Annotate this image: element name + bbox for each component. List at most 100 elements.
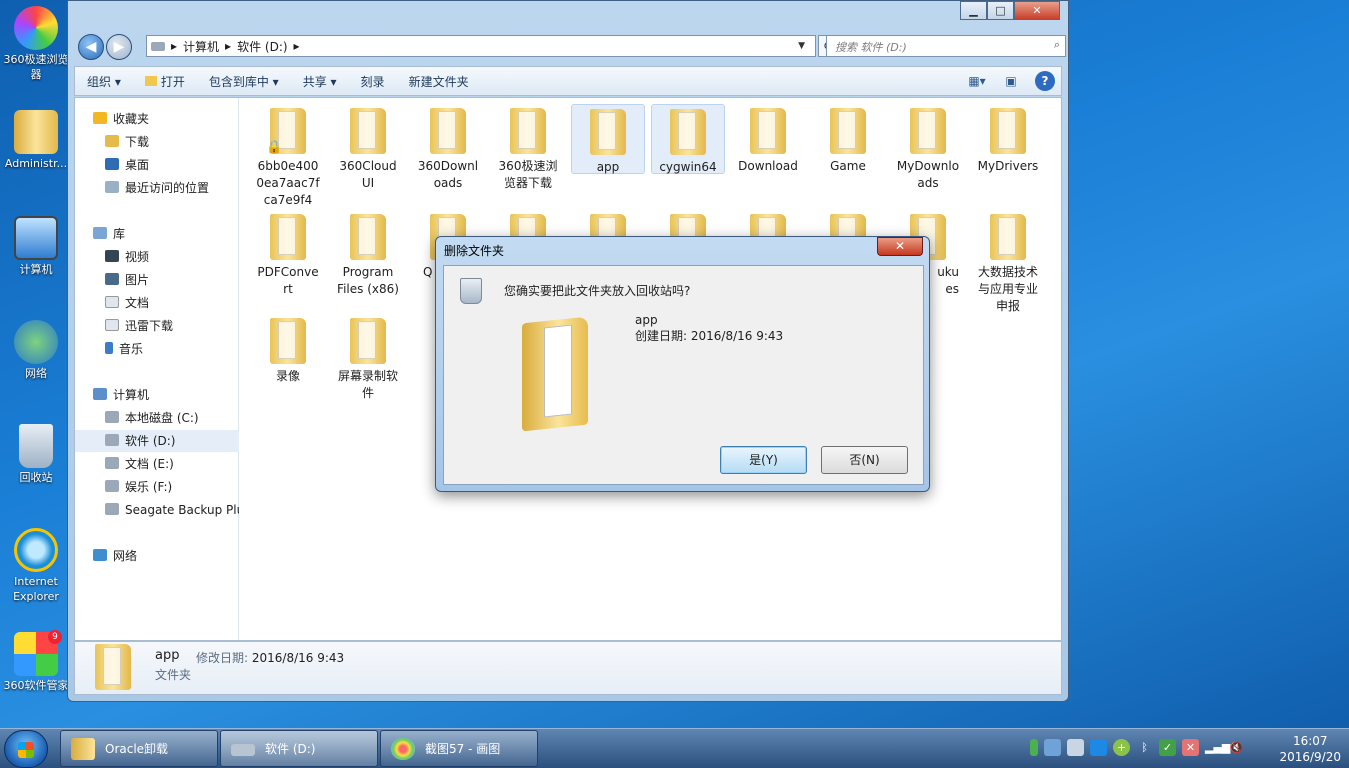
minimize-button[interactable]: ▁ <box>960 1 987 20</box>
help-icon[interactable]: ? <box>1035 71 1055 91</box>
desktop-icon-360-browser[interactable]: 360极速浏览器 <box>2 6 70 82</box>
folder-item[interactable]: 大数据技术 与应用专业 申报 <box>971 210 1045 315</box>
nav-drive-d[interactable]: 软件 (D:) <box>75 430 239 452</box>
organize-button[interactable]: 组织 ▾ <box>75 73 133 90</box>
forward-button[interactable]: ▶ <box>106 34 132 60</box>
computer-icon <box>93 388 107 400</box>
nav-label: 收藏夹 <box>113 112 150 126</box>
breadcrumb-drive-d[interactable]: 软件 (D:) <box>237 38 287 55</box>
nav-videos[interactable]: 视频 <box>75 246 239 268</box>
large-folder-icon <box>516 312 604 432</box>
nav-xunlei[interactable]: 迅雷下载 <box>75 315 239 337</box>
breadcrumb-computer[interactable]: 计算机 <box>183 38 219 55</box>
folder-item[interactable]: 360Cloud UI <box>331 104 405 192</box>
desktop-icon-360-software[interactable]: 9 360软件管家 <box>2 630 70 693</box>
folder-item[interactable]: 🔒 6bb0e400 0ea7aac7f ca7e9f4 <box>251 104 325 209</box>
nav-computer[interactable]: 计算机 <box>75 384 239 406</box>
share-button[interactable]: 共享 ▾ <box>291 73 349 90</box>
search-input[interactable]: 搜索 软件 (D:) ⌕ <box>826 35 1066 57</box>
desktop-icon-label: Administr... <box>4 157 68 170</box>
item-label: 0ea7aac7f <box>256 176 320 190</box>
nav-libraries[interactable]: 库 <box>75 223 239 245</box>
new-folder-button[interactable]: 新建文件夹 <box>397 73 481 90</box>
chevron-down-icon[interactable]: ▼ <box>798 41 805 51</box>
nav-favorites[interactable]: 收藏夹 <box>75 108 239 130</box>
back-button[interactable]: ◀ <box>78 34 104 60</box>
windows-drive-icon <box>105 411 119 423</box>
folder-item[interactable]: Game <box>811 104 885 175</box>
nav-drive-c[interactable]: 本地磁盘 (C:) <box>75 407 239 429</box>
plus-icon[interactable]: + <box>1113 739 1130 756</box>
signal-icon[interactable]: ▂▄▆ <box>1205 739 1230 756</box>
network-warning-icon[interactable]: ✕ <box>1182 739 1199 756</box>
nav-recent[interactable]: 最近访问的位置 <box>75 177 239 199</box>
display-icon[interactable] <box>1090 739 1107 756</box>
yes-button[interactable]: 是(Y) <box>720 446 807 474</box>
nav-label: 文档 (E:) <box>125 457 174 471</box>
close-button[interactable]: ✕ <box>1014 1 1060 20</box>
nav-pictures[interactable]: 图片 <box>75 269 239 291</box>
network-share-icon[interactable] <box>1067 739 1084 756</box>
shield-icon[interactable]: ✓ <box>1159 739 1176 756</box>
folder-item-selected[interactable]: app <box>571 104 645 174</box>
desktop-icon-administrator[interactable]: Administr... <box>2 110 70 171</box>
nav-music[interactable]: 音乐 <box>75 338 239 360</box>
folder-item[interactable]: 360Downl oads <box>411 104 485 192</box>
task-label: 软件 (D:) <box>265 742 316 756</box>
volume-muted-icon[interactable]: 🔇 <box>1228 739 1245 756</box>
taskbar-item-oracle[interactable]: Oracle卸载 <box>60 730 218 767</box>
nav-drive-e[interactable]: 文档 (E:) <box>75 453 239 475</box>
dialog-body: 您确实要把此文件夹放入回收站吗? app 创建日期: 2016/8/16 9:4… <box>443 265 924 485</box>
desktop-icon-recycle-bin[interactable]: 回收站 <box>2 424 70 485</box>
desktop-icon-internet-explorer[interactable]: Internet Explorer <box>2 528 70 604</box>
taskbar-item-explorer[interactable]: 软件 (D:) <box>220 730 378 767</box>
folder-icon <box>71 738 95 760</box>
folder-item[interactable]: Download <box>731 104 805 175</box>
folder-icon <box>910 108 946 154</box>
details-type: 文件夹 <box>155 668 192 682</box>
item-label: oads <box>433 176 463 190</box>
clock[interactable]: 16:07 2016/9/20 <box>1279 733 1341 765</box>
nav-seagate[interactable]: Seagate Backup Plu <box>75 499 239 521</box>
folder-item[interactable]: Program Files (x86) <box>331 210 405 298</box>
folder-item[interactable]: MyDrivers <box>971 104 1045 175</box>
dialog-question: 您确实要把此文件夹放入回收站吗? <box>504 284 691 298</box>
library-icon <box>93 227 107 239</box>
desktop-icon-label: 网络 <box>25 367 47 380</box>
nav-drive-f[interactable]: 娱乐 (F:) <box>75 476 239 498</box>
maximize-button[interactable]: □ <box>987 1 1014 20</box>
network-icon <box>14 320 58 364</box>
clock-time: 16:07 <box>1292 734 1328 748</box>
folder-item[interactable]: 屏幕录制软件 <box>331 314 405 402</box>
nav-desktop[interactable]: 桌面 <box>75 154 239 176</box>
nav-network[interactable]: 网络 <box>75 545 239 567</box>
nav-documents[interactable]: 文档 <box>75 292 239 314</box>
folder-item[interactable]: PDFConve rt <box>251 210 325 298</box>
taskbar-item-paint[interactable]: 截图57 - 画图 <box>380 730 538 767</box>
desktop-icon-computer[interactable]: 计算机 <box>2 216 70 277</box>
item-label: 申报 <box>995 299 1020 313</box>
view-options-icon[interactable]: ▦▾ <box>967 71 987 91</box>
address-bar[interactable]: ▸ 计算机 ▸ 软件 (D:) ▸ ▼ <box>146 35 816 57</box>
nav-label: 音乐 <box>119 342 144 356</box>
start-button[interactable] <box>4 730 48 768</box>
nav-downloads[interactable]: 下载 <box>75 131 239 153</box>
item-label: MyDownlo <box>896 159 960 173</box>
details-modified-label: 修改日期: <box>196 651 249 665</box>
folder-icon <box>270 214 306 260</box>
desktop-icon-network[interactable]: 网络 <box>2 320 70 381</box>
include-in-library-button[interactable]: 包含到库中 ▾ <box>197 73 291 90</box>
folder-item[interactable]: 录像 <box>251 314 325 385</box>
open-button[interactable]: 打开 <box>133 73 197 90</box>
folder-item-selected[interactable]: cygwin64 <box>651 104 725 174</box>
dialog-close-button[interactable]: ✕ <box>877 237 923 256</box>
bluetooth-icon[interactable]: ᛒ <box>1136 739 1153 756</box>
preview-pane-icon[interactable]: ▣ <box>1001 71 1021 91</box>
no-button[interactable]: 否(N) <box>821 446 908 474</box>
folder-icon <box>510 108 546 154</box>
usb-device-icon[interactable] <box>1044 739 1061 756</box>
battery-icon[interactable] <box>1030 739 1038 756</box>
folder-item[interactable]: 360极速浏 览器下载 <box>491 104 565 192</box>
burn-button[interactable]: 刻录 <box>349 73 397 90</box>
folder-item[interactable]: MyDownlo ads <box>891 104 965 192</box>
